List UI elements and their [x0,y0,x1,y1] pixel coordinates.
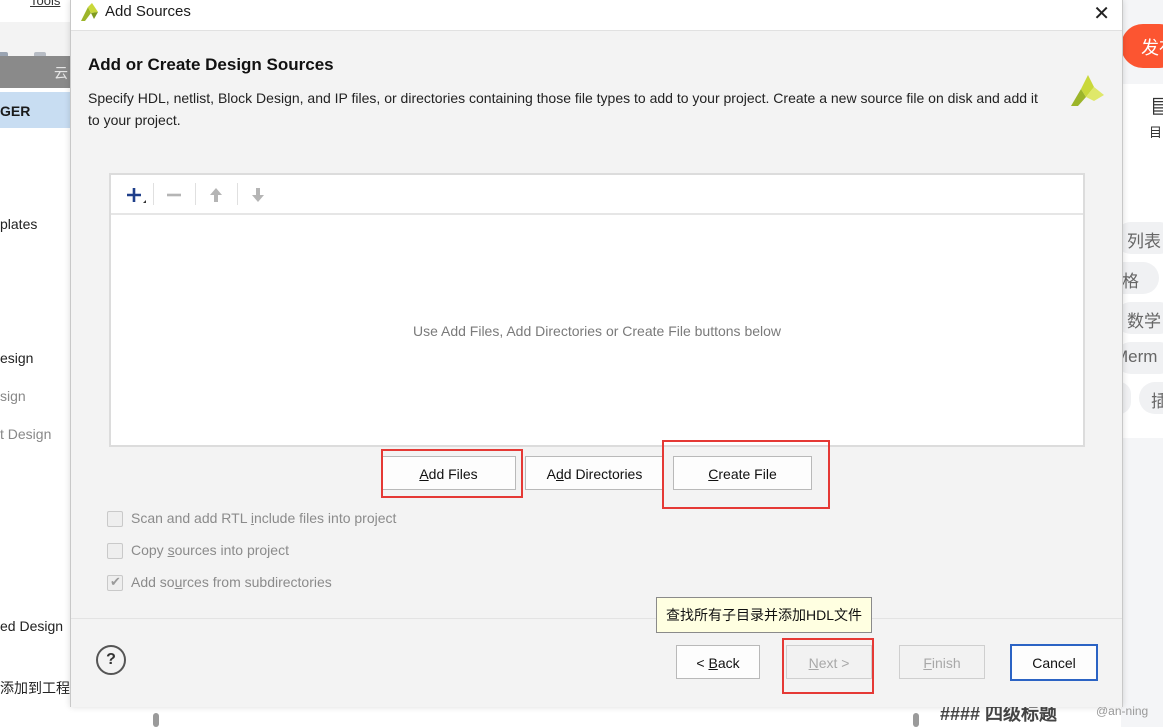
copy-sources-checkbox[interactable] [107,543,123,559]
back-button[interactable]: < Back [676,645,760,679]
editor-side-panel: ▤ 目 列表 表格 数学 Merm 插 [1121,84,1163,438]
page-description: Specify HDL, netlist, Block Design, and … [88,90,1038,128]
flow-item[interactable]: sign [0,388,26,404]
publish-button[interactable]: 发布 [1121,24,1163,68]
checkmark-icon: ✔ [110,574,121,589]
dialog-content: Add or Create Design Sources Specify HDL… [71,30,1122,618]
scroll-handle[interactable] [913,713,919,727]
flow-navigator-selected-item[interactable]: GER [0,92,70,128]
insert-math-chip[interactable]: 数学 [1121,302,1163,334]
scan-rtl-checkbox[interactable] [107,511,123,527]
toolbar-separator [195,183,196,205]
vivado-brand-icon [1071,75,1104,106]
background-toolbar [0,22,70,66]
toolbar-separator [237,183,238,205]
background-right-window: 发布 ▤ 目 列表 表格 数学 Merm 插 [1121,0,1163,727]
vivado-logo-icon [81,3,98,21]
toolbar-separator [153,183,154,205]
plus-icon[interactable] [121,183,147,207]
cancel-button[interactable]: Cancel [1010,644,1098,681]
subdirectories-checkbox[interactable]: ✔ [107,574,123,591]
scroll-handle[interactable] [153,713,159,727]
arrow-down-icon[interactable] [245,183,271,207]
dialog-titlebar[interactable]: Add Sources ✕ [71,0,1122,30]
insert-chip[interactable]: 插 [1139,382,1163,414]
help-button[interactable]: ? [96,645,126,675]
add-sources-dialog: Add Sources ✕ Add or Create Design Sourc… [70,0,1123,707]
add-directories-button[interactable]: Add Directories [525,456,664,490]
option-label: Add sources from subdirectories [131,574,332,590]
selected-item-label: GER [0,103,31,119]
menu-tools[interactable]: Tools [30,0,60,8]
insert-list-chip[interactable]: 列表 [1121,222,1163,254]
option-label: Copy sources into project [131,542,289,558]
chip-label: 表格 [1121,272,1139,291]
flow-item[interactable]: esign [0,350,33,366]
source-file-list[interactable]: Use Add Files, Add Directories or Create… [109,173,1085,447]
insert-table-chip[interactable]: 表格 [1121,262,1159,294]
file-list-toolbar [111,175,1083,215]
background-panel-header: 云 [0,56,70,88]
chip-label: 数学 [1127,312,1161,331]
flow-item[interactable]: ed Design [0,618,63,634]
empty-list-message: Use Add Files, Add Directories or Create… [412,323,782,339]
finish-button[interactable]: Finish [899,645,985,679]
catalog-icon[interactable]: ▤ [1151,92,1163,118]
chip-label: Merm [1121,347,1158,366]
flow-item[interactable]: 添加到工程 [0,678,70,698]
tooltip: 查找所有子目录并添加HDL文件 [656,597,873,633]
minus-icon[interactable] [161,183,187,207]
next-button[interactable]: Next > [786,645,872,679]
add-files-button[interactable]: Add Files [381,456,516,490]
page-heading: Add or Create Design Sources [88,55,334,74]
flow-item[interactable]: t Design [0,426,51,442]
create-file-button[interactable]: Create File [673,456,812,490]
dialog-title: Add Sources [105,3,191,20]
insert-mermaid-chip[interactable]: Merm [1121,342,1163,374]
arrow-up-icon[interactable] [203,183,229,207]
dialog-footer: ? < Back Next > Finish Cancel [71,618,1122,707]
chip-label: 列表 [1127,232,1161,251]
flow-item[interactable]: plates [0,216,37,232]
option-label: Scan and add RTL include files into proj… [131,510,397,526]
background-left-window: Tools 云 GER plates esign sign t Design e… [0,0,70,727]
catalog-label: 目 [1149,125,1163,140]
close-icon[interactable]: ✕ [1093,1,1110,26]
panel-header-label: 云 [54,65,68,81]
publish-label: 发布 [1141,38,1163,58]
chip-label: 插 [1151,392,1163,411]
